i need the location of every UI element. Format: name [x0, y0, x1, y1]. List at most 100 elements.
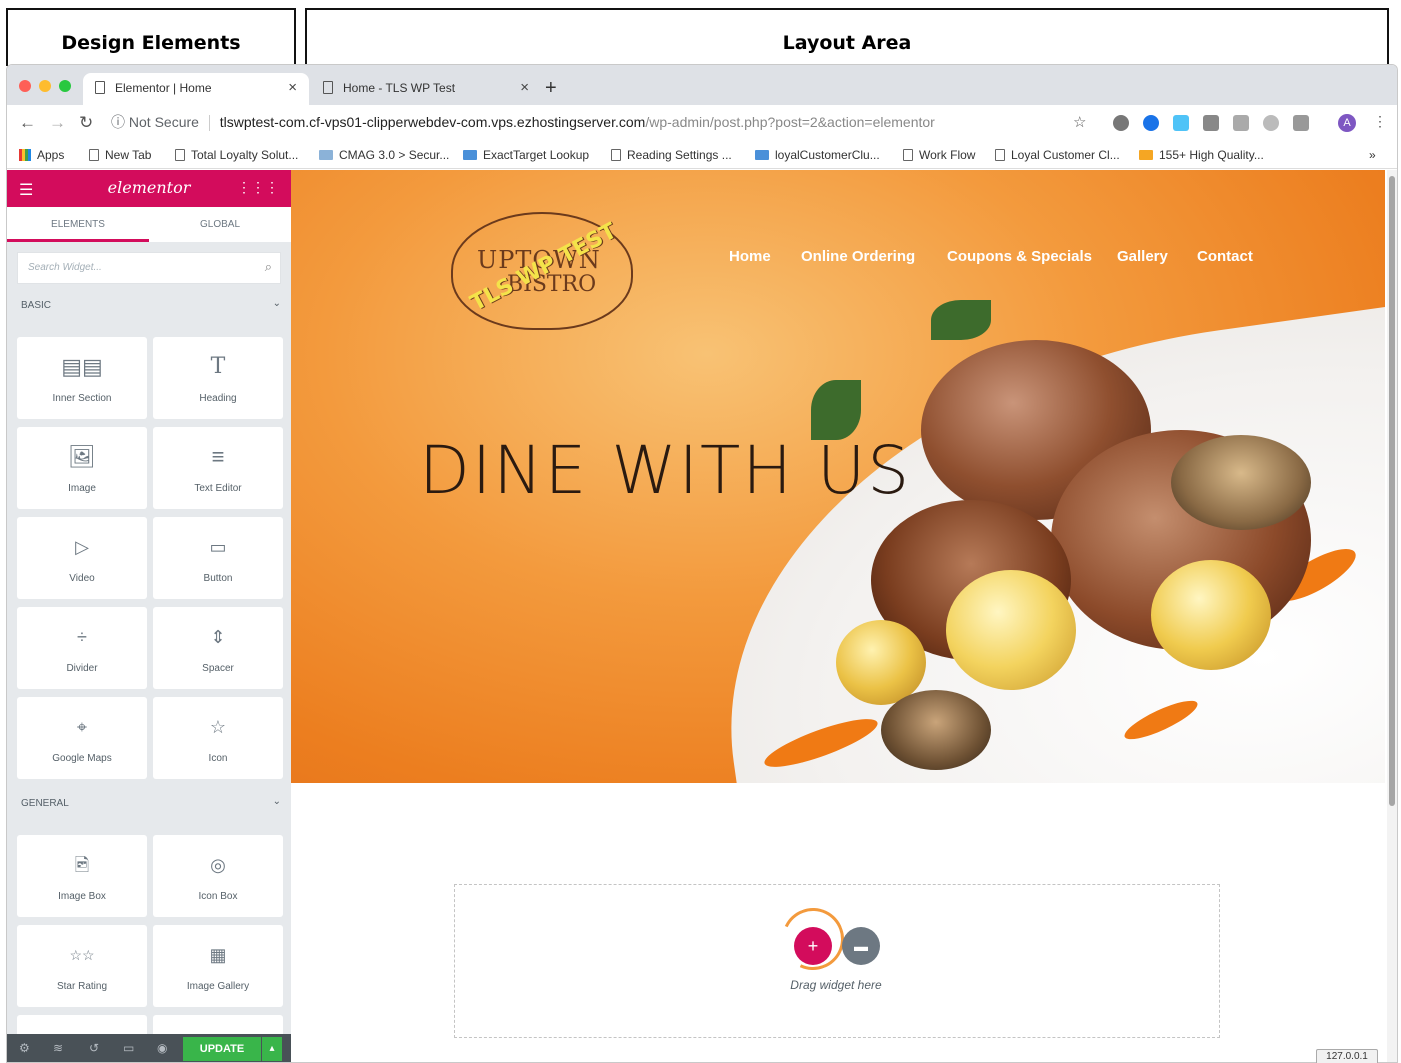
bookmark-item[interactable]: Loyal Customer Cl... — [995, 148, 1120, 162]
layout-preview: UPTOWN BISTRO TLS WP TEST Home Online Or… — [291, 170, 1397, 1062]
preview-eye-icon[interactable]: ◉ — [157, 1041, 167, 1055]
widget-spacer[interactable]: ⇕ Spacer — [153, 607, 283, 689]
bookmark-folder[interactable]: ExactTarget Lookup — [463, 148, 589, 162]
page-icon — [175, 149, 185, 161]
star-rating-icon: ☆☆ — [69, 947, 95, 963]
category-basic[interactable]: BASIC ⌄ — [21, 298, 281, 311]
minimize-window-button[interactable] — [39, 80, 51, 92]
columns-icon: ▤▤ — [61, 354, 103, 379]
status-host: 127.0.0.1 — [1316, 1049, 1378, 1063]
nav-online-ordering[interactable]: Online Ordering — [801, 248, 915, 265]
url-domain: tlswptest-com.cf-vps01-clipperwebdev-com… — [219, 114, 646, 130]
widget-divider[interactable]: ÷ Divider — [17, 607, 147, 689]
add-section-button[interactable]: + — [794, 927, 832, 965]
nav-contact[interactable]: Contact — [1197, 248, 1253, 265]
bookmark-item[interactable]: CMAG 3.0 > Secur... — [319, 148, 449, 162]
site-logo[interactable]: UPTOWN BISTRO TLS WP TEST — [443, 200, 639, 350]
search-icon: ⌕ — [264, 259, 272, 274]
extension-k-icon[interactable] — [1233, 115, 1249, 131]
bookmark-item[interactable]: Reading Settings ... — [611, 148, 732, 162]
heading-t-icon: T — [210, 354, 226, 379]
reload-icon[interactable]: ↻ — [79, 113, 93, 133]
tab-global[interactable]: GLOBAL — [149, 219, 291, 230]
herb-garnish — [931, 300, 991, 340]
security-label: Not Secure — [128, 114, 199, 130]
bookmark-folder[interactable]: loyalCustomerClu... — [755, 148, 880, 162]
bookmark-item[interactable]: Work Flow — [903, 148, 975, 162]
back-arrow-icon[interactable]: ← — [19, 113, 36, 133]
update-options-caret-icon[interactable]: ▴ — [262, 1037, 282, 1061]
divider-icon: ÷ — [77, 627, 87, 647]
tab-title: Elementor | Home — [115, 81, 212, 95]
new-tab-button[interactable]: + — [545, 77, 557, 100]
tab-elementor-home[interactable]: Elementor | Home × — [83, 73, 309, 105]
herb-garnish — [811, 380, 861, 440]
widget-icon[interactable]: ☆ Icon — [153, 697, 283, 779]
bookmarks-overflow[interactable]: » — [1369, 148, 1376, 162]
drop-zone[interactable] — [454, 884, 1220, 1038]
update-button[interactable]: UPDATE — [183, 1037, 261, 1061]
tab-elements[interactable]: ELEMENTS — [7, 219, 149, 230]
close-tab-icon[interactable]: × — [288, 79, 297, 96]
widget-video[interactable]: ▷ Video — [17, 517, 147, 599]
bookmark-item[interactable]: New Tab — [89, 148, 151, 162]
bookmark-item[interactable]: 155+ High Quality... — [1139, 148, 1264, 162]
extension-ip-icon[interactable] — [1143, 115, 1159, 131]
responsive-desktop-icon[interactable]: ▭ — [123, 1041, 134, 1055]
hero-title[interactable]: DINE WITH US — [419, 432, 911, 509]
extension-u-icon[interactable] — [1263, 115, 1279, 131]
nav-gallery[interactable]: Gallery — [1117, 248, 1168, 265]
menu-dots-icon[interactable]: ⋮ — [1373, 113, 1387, 130]
text-lines-icon: ≡ — [211, 444, 225, 469]
bookmark-apps[interactable]: Apps — [19, 148, 64, 162]
forward-arrow-icon[interactable]: → — [49, 113, 66, 133]
close-window-button[interactable] — [19, 80, 31, 92]
video-play-icon: ▷ — [75, 537, 89, 557]
extension-recycle-icon[interactable] — [1203, 115, 1219, 131]
potato — [836, 620, 926, 705]
hero-section[interactable]: UPTOWN BISTRO TLS WP TEST Home Online Or… — [291, 170, 1385, 783]
tab-home-tls[interactable]: Home - TLS WP Test × — [311, 73, 541, 105]
widget-image-gallery[interactable]: ▦ Image Gallery — [153, 925, 283, 1007]
mushroom — [881, 690, 991, 770]
page-icon — [95, 81, 105, 94]
widget-inner-section[interactable]: ▤▤ Inner Section — [17, 337, 147, 419]
page-icon — [611, 149, 621, 161]
nav-home[interactable]: Home — [729, 248, 771, 265]
nav-coupons-specials[interactable]: Coupons & Specials — [947, 248, 1092, 265]
widget-star-rating[interactable]: ☆☆ Star Rating — [17, 925, 147, 1007]
settings-gear-icon[interactable]: ⚙ — [19, 1041, 30, 1055]
widget-button[interactable]: ▭ Button — [153, 517, 283, 599]
bookmarks-bar: Apps New Tab Total Loyalty Solut... CMAG… — [7, 141, 1397, 169]
bookmark-star-icon[interactable]: ☆ — [1073, 113, 1086, 131]
url-path: /wp-admin/post.php?post=2&action=element… — [645, 114, 935, 130]
profile-avatar[interactable]: A — [1338, 114, 1356, 132]
widget-image-box[interactable]: 🖻 Image Box — [17, 835, 147, 917]
mushroom — [1171, 435, 1311, 530]
scrollbar-thumb[interactable] — [1389, 176, 1395, 806]
extension-arrows-icon[interactable] — [1173, 115, 1189, 131]
category-general[interactable]: GENERAL ⌄ — [21, 796, 281, 809]
iw-icon — [1139, 150, 1153, 160]
widgets-grid-icon[interactable]: ⋮⋮⋮ — [237, 179, 279, 196]
extension-globe-icon[interactable] — [1113, 115, 1129, 131]
extension-cast-icon[interactable] — [1293, 115, 1309, 131]
preview-scrollbar[interactable] — [1387, 170, 1397, 1062]
template-folder-icon[interactable]: ▬ — [842, 927, 880, 965]
panel-header: ☰ elementor ⋮⋮⋮ — [7, 170, 291, 207]
widget-google-maps[interactable]: ⌖ Google Maps — [17, 697, 147, 779]
page-icon — [89, 149, 99, 161]
browser-window: Elementor | Home × Home - TLS WP Test × … — [6, 64, 1398, 1063]
widget-text-editor[interactable]: ≡ Text Editor — [153, 427, 283, 509]
widget-heading[interactable]: T Heading — [153, 337, 283, 419]
bookmark-item[interactable]: Total Loyalty Solut... — [175, 148, 298, 162]
history-icon[interactable]: ↺ — [89, 1041, 99, 1055]
url-field[interactable]: ⓘ Not Secure tlswptest-com.cf-vps01-clip… — [111, 112, 1091, 134]
folder-icon — [755, 150, 769, 160]
widget-image[interactable]: 🖼 Image — [17, 427, 147, 509]
widget-icon-box[interactable]: ◎ Icon Box — [153, 835, 283, 917]
navigator-layers-icon[interactable]: ≋ — [53, 1041, 63, 1055]
maximize-window-button[interactable] — [59, 80, 71, 92]
search-widget-input[interactable]: Search Widget... ⌕ — [17, 252, 281, 284]
close-tab-icon[interactable]: × — [520, 79, 529, 96]
